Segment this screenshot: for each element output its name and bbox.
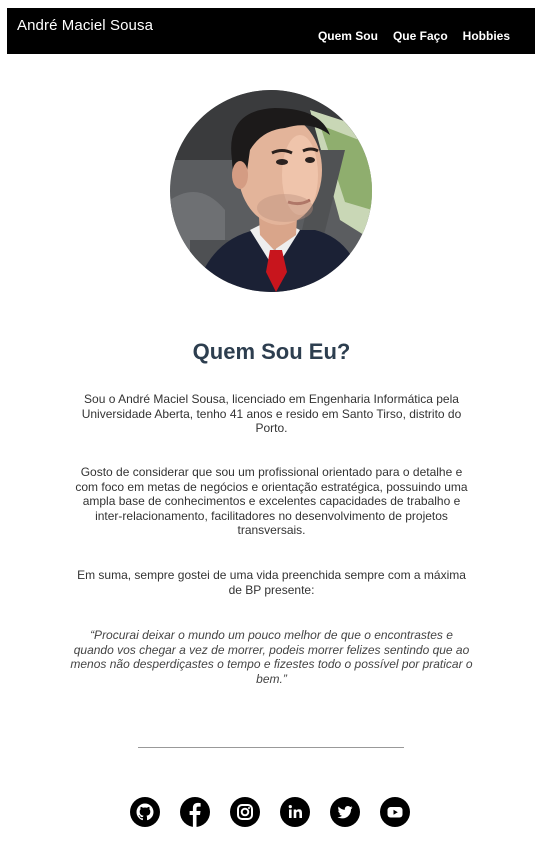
intro-paragraph: Sou o André Maciel Sousa, licenciado em … (81, 392, 462, 435)
page-title: Quem Sou Eu? (192, 339, 351, 364)
social-links (130, 797, 410, 827)
profile-paragraph: Gosto de considerar que sou um profissio… (75, 465, 468, 537)
nav-link-que-faco[interactable]: Que Faço (393, 29, 448, 43)
main-nav: Quem Sou Que Faço Hobbies (318, 29, 510, 43)
top-navbar: André Maciel Sousa Quem Sou Que Faço Hob… (7, 8, 535, 54)
instagram-icon[interactable] (230, 797, 260, 827)
linkedin-icon[interactable] (280, 797, 310, 827)
site-brand[interactable]: André Maciel Sousa (17, 17, 153, 34)
quote-paragraph: “Procurai deixar o mundo um pouco melhor… (70, 628, 473, 686)
footer-divider (138, 747, 404, 748)
facebook-icon[interactable] (180, 797, 210, 827)
nav-link-quem-sou[interactable]: Quem Sou (318, 29, 378, 43)
summary-paragraph: Em suma, sempre gostei de uma vida preen… (77, 568, 466, 597)
profile-photo (170, 90, 372, 292)
youtube-icon[interactable] (380, 797, 410, 827)
twitter-icon[interactable] (330, 797, 360, 827)
github-icon[interactable] (130, 797, 160, 827)
nav-link-hobbies[interactable]: Hobbies (463, 29, 510, 43)
